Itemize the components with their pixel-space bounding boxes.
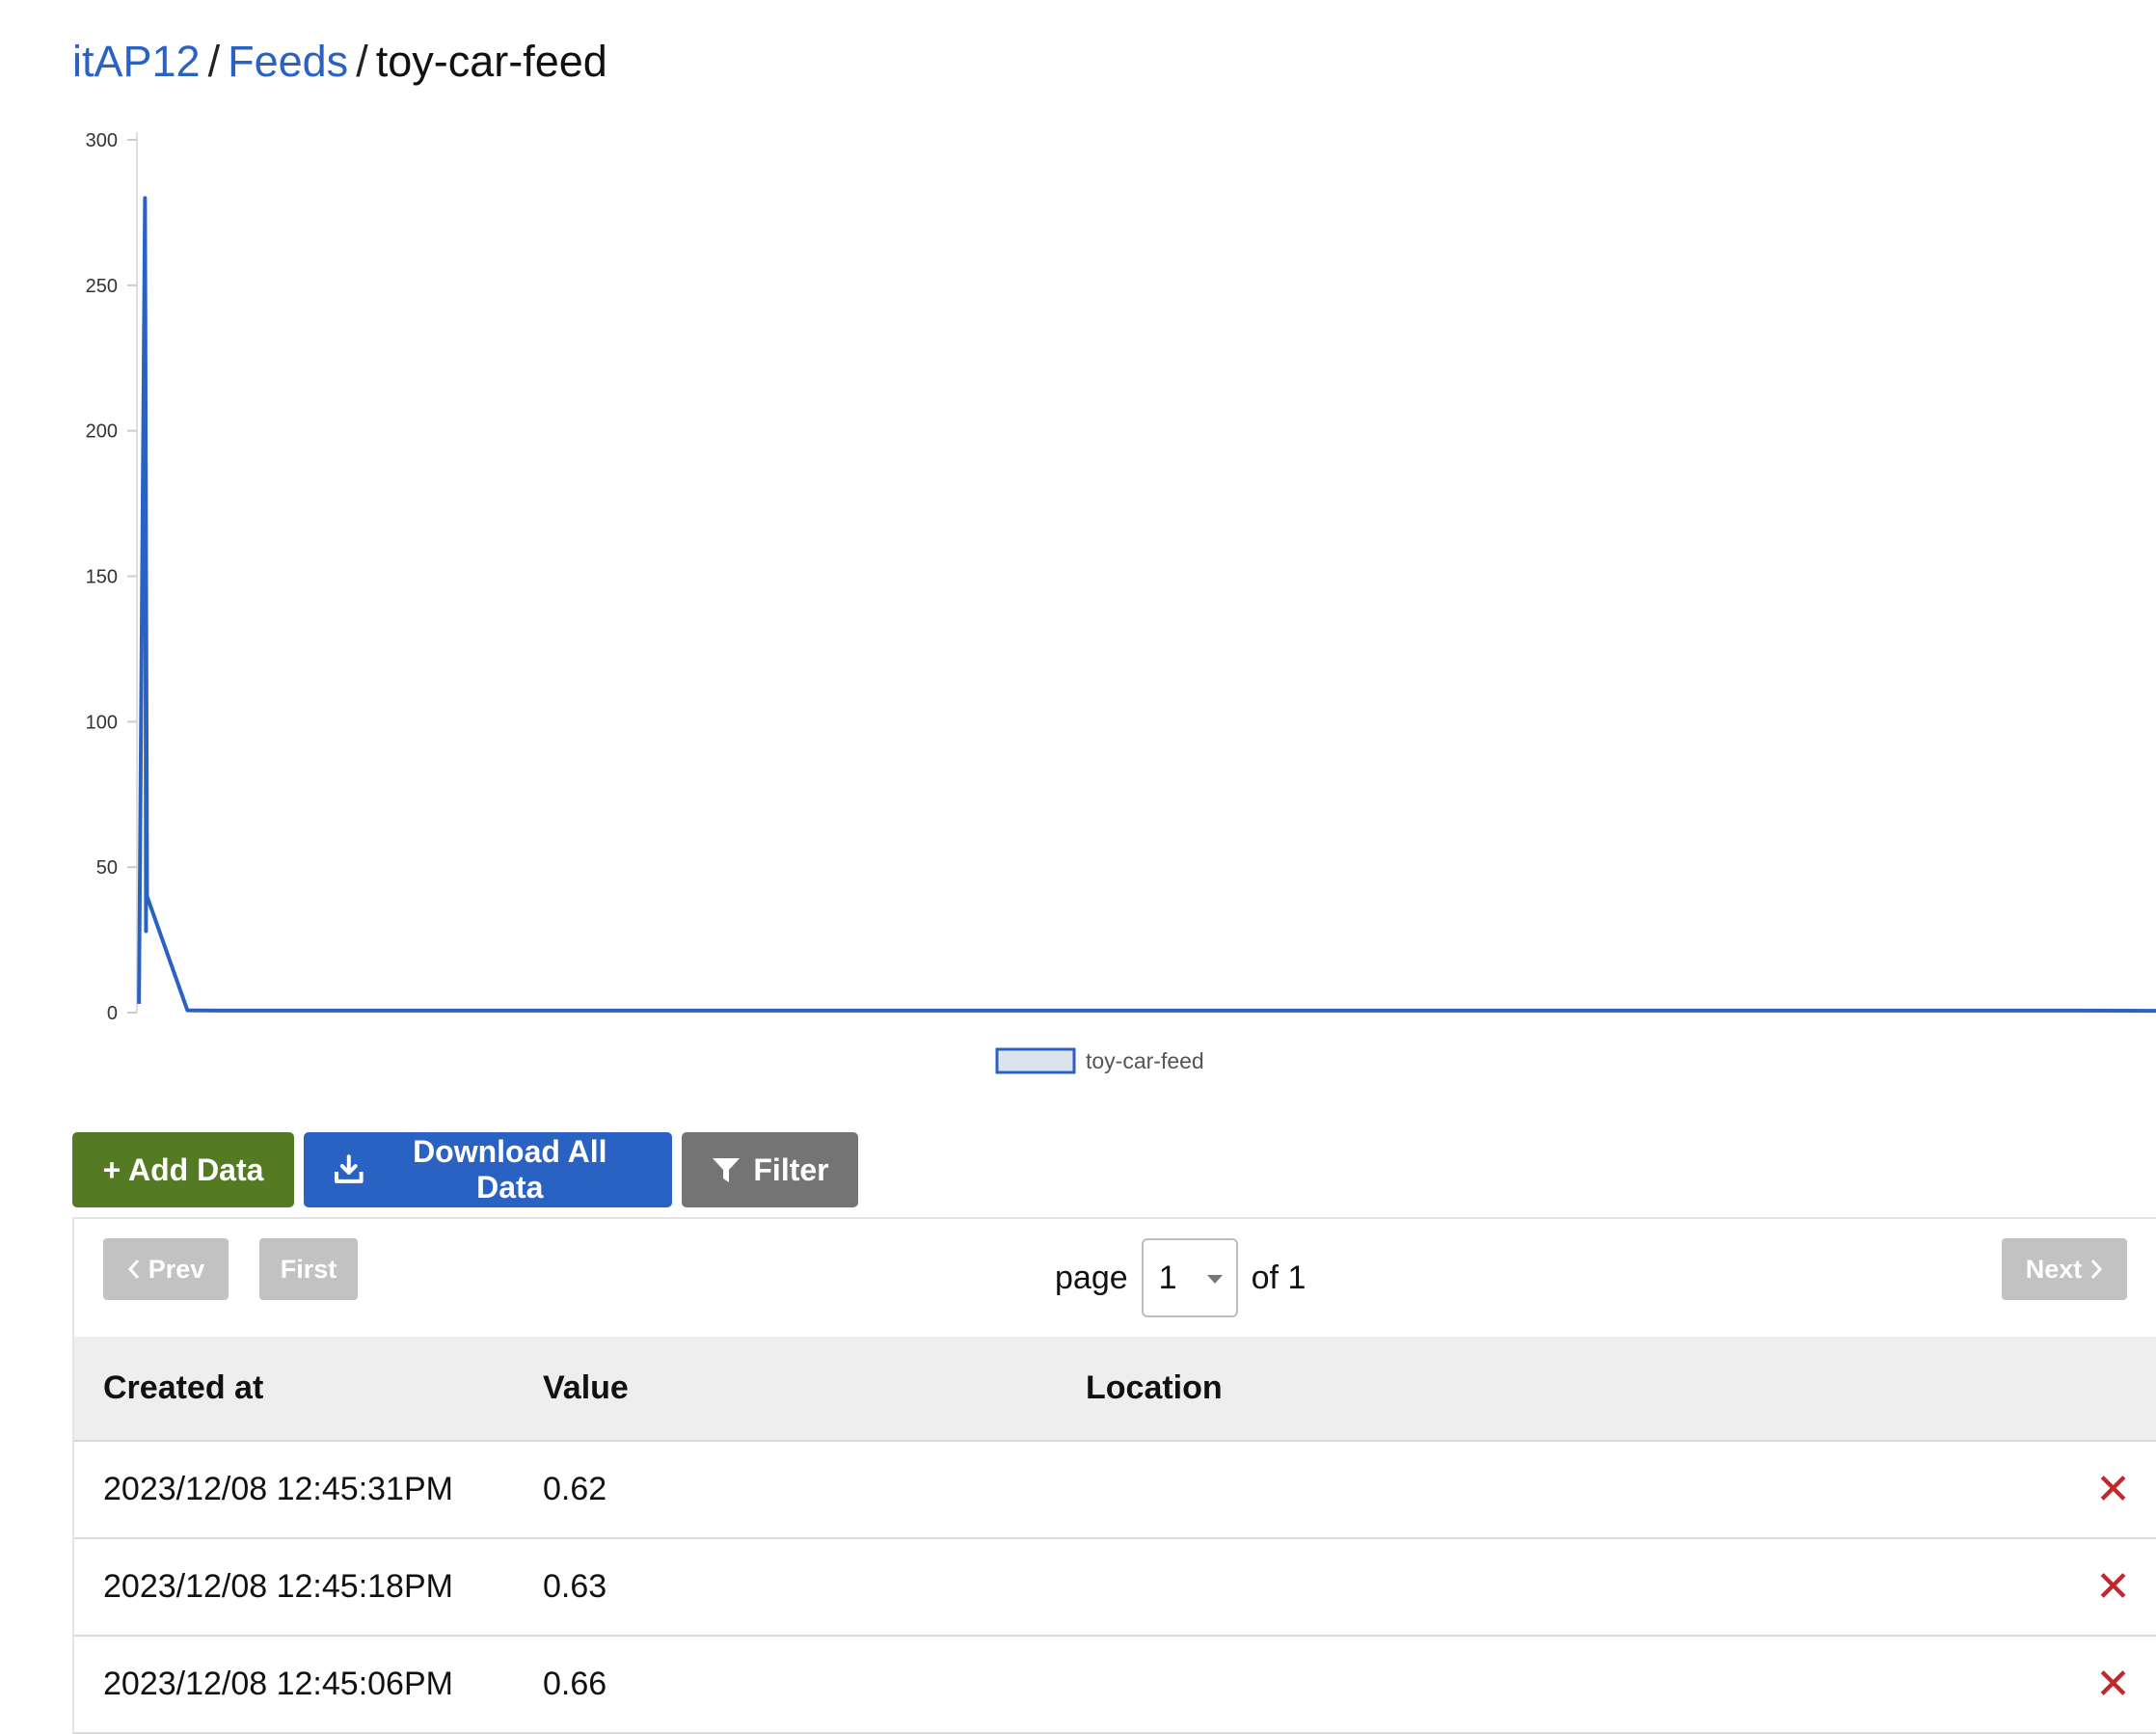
y-tick-label: 0 [107,1003,118,1024]
download-all-data-label: Download All Data [413,1134,607,1205]
column-header-value: Value [514,1337,1057,1442]
cell-location [1057,1441,2062,1538]
action-bar: + Add Data Download All Data Filter [72,1132,858,1207]
cell-created-at: 2023/12/08 12:45:18PM [103,1568,453,1605]
chevron-left-icon [127,1260,139,1279]
column-header-created-at: Created at [74,1337,514,1442]
prev-page-button[interactable]: Prev [103,1238,229,1300]
series-line-toy-car-feed [137,196,2156,1014]
cell-value: 0.63 [543,1568,607,1605]
page-select[interactable]: 1 [1141,1238,1238,1317]
filter-button[interactable]: Filter [682,1132,858,1207]
breadcrumb-account-link[interactable]: itAP12 [72,37,201,86]
download-icon [334,1154,364,1183]
cell-location [1057,1636,2062,1733]
breadcrumb-current-feed: toy-car-feed [375,37,607,86]
table-row: 2023/12/08 12:45:06PM 0.66 ✕ [74,1636,2156,1733]
first-page-label: First [280,1254,337,1284]
cell-location [1057,1538,2062,1636]
y-tick-label: 50 [96,857,118,879]
y-tick-label: 100 [86,712,118,733]
delete-row-icon[interactable]: ✕ [2095,1661,2131,1708]
cell-created-at: 2023/12/08 12:45:31PM [103,1471,453,1507]
table-header-row: Created at Value Location [74,1337,2156,1442]
filter-label: Filter [753,1151,829,1187]
legend-label: toy-car-feed [1086,1048,1204,1073]
column-header-actions [2062,1337,2156,1442]
chevron-right-icon [2091,1260,2103,1279]
cell-created-at: 2023/12/08 12:45:06PM [103,1666,453,1702]
delete-row-icon[interactable]: ✕ [2095,1466,2131,1513]
add-data-button[interactable]: + Add Data [72,1132,294,1207]
add-data-label: + Add Data [102,1151,264,1187]
pagination: Prev First page 1 of 1 Next [74,1219,2156,1337]
next-page-label: Next [2025,1254,2083,1284]
page-selector: page 1 of 1 [1055,1238,1306,1317]
cell-value: 0.66 [543,1666,607,1702]
funnel-icon [713,1158,741,1182]
y-tick-label: 200 [86,421,118,443]
breadcrumb-separator: / [356,37,368,86]
next-page-button[interactable]: Next [2002,1238,2127,1300]
breadcrumb-feeds-link[interactable]: Feeds [228,37,348,86]
page-label: page [1055,1259,1128,1296]
column-header-location: Location [1057,1337,2062,1442]
legend-swatch [995,1047,1076,1074]
y-tick-label: 300 [86,130,118,151]
feed-chart: 0 50 100 150 200 250 300 toy-car-feed [0,116,2156,1090]
data-table: Created at Value Location 2023/12/08 12:… [74,1337,2156,1734]
breadcrumb-separator: / [207,37,221,86]
data-panel: Prev First page 1 of 1 Next Created at V… [72,1217,2156,1734]
y-tick-label: 250 [86,276,118,297]
download-all-data-button[interactable]: Download All Data [304,1132,672,1207]
y-tick-label: 150 [86,567,118,588]
delete-row-icon[interactable]: ✕ [2095,1563,2131,1611]
table-row: 2023/12/08 12:45:18PM 0.63 ✕ [74,1538,2156,1636]
page-select-value: 1 [1158,1260,1177,1296]
page-total-label: of 1 [1251,1259,1307,1296]
feed-chart-svg: 0 50 100 150 200 250 300 toy-car-feed [86,130,2156,1074]
first-page-button[interactable]: First [259,1238,358,1300]
prev-page-label: Prev [148,1254,205,1284]
cell-value: 0.62 [543,1471,607,1507]
breadcrumb: itAP12/Feeds / toy-car-feed [72,35,607,89]
table-row: 2023/12/08 12:45:31PM 0.62 ✕ [74,1441,2156,1538]
caret-down-icon [1206,1275,1223,1284]
